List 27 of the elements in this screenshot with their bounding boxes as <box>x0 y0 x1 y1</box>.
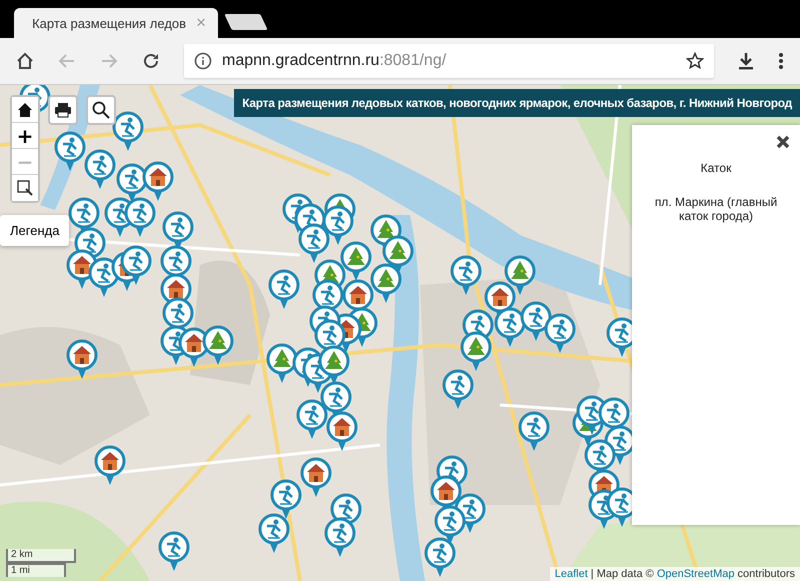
attribution-text: Leaflet | Map data © OpenStreetMap contributors <box>550 567 800 581</box>
download-icon[interactable] <box>738 52 754 70</box>
menu-icon[interactable] <box>778 52 784 70</box>
browser-tab[interactable]: Карта размещения ледов × <box>14 8 218 38</box>
print-button[interactable] <box>48 95 78 125</box>
address-field[interactable]: mapnn.gradcentrnn.ru:8081/ng/ <box>184 44 714 78</box>
scale-bar-mi: 1 mi <box>6 563 66 577</box>
url-text: mapnn.gradcentrnn.ru:8081/ng/ <box>222 52 448 70</box>
home-icon <box>17 102 33 118</box>
home-view-button[interactable] <box>12 97 38 123</box>
close-icon[interactable] <box>776 135 790 149</box>
home-icon[interactable] <box>16 52 34 70</box>
tab-title: Карта размещения ледов <box>32 16 186 30</box>
legend-button[interactable]: Легенда <box>0 215 70 246</box>
panel-description: пл. Маркина (главный каток города) <box>654 195 778 223</box>
scale-bar-km: 2 km <box>6 549 76 563</box>
search-icon <box>92 101 110 119</box>
leaflet-link[interactable]: Leaflet <box>554 568 588 580</box>
select-icon <box>16 179 34 197</box>
panel-title: Каток <box>700 161 732 175</box>
reload-icon[interactable] <box>142 52 160 70</box>
star-icon[interactable] <box>686 52 704 70</box>
search-button[interactable] <box>86 95 116 125</box>
map-title-banner: Карта размещения ледовых катков, новогодних ярмарок, елочных базаров, г. Нижний Новгород <box>234 89 800 117</box>
printer-icon <box>54 102 72 118</box>
info-icon <box>194 52 212 70</box>
openstreetmap-link[interactable]: OpenStreetMap <box>656 568 734 580</box>
